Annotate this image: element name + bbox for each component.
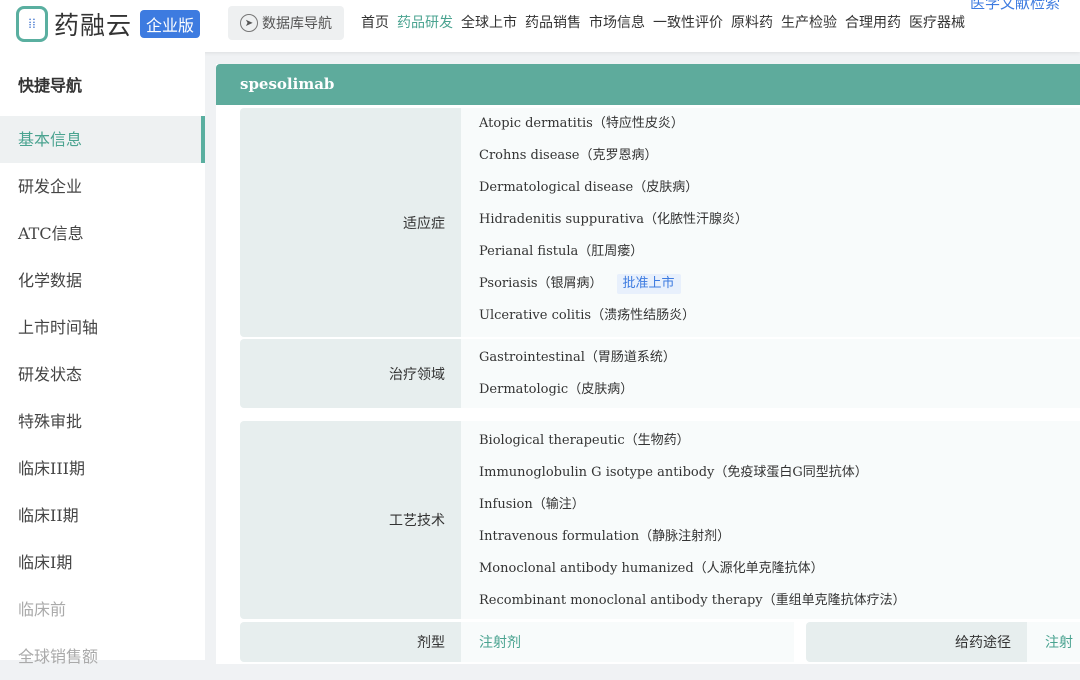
logo-text: 药融云	[54, 11, 133, 40]
drug-detail-panel: spesolimab 适应症 Atopic dermatitis（特应性皮炎） …	[216, 64, 1080, 664]
therapeutic-area-row: 治疗领域 Gastrointestinal（胃肠道系统） Dermatologi…	[240, 339, 1080, 408]
navigation-icon: ➤	[240, 14, 258, 32]
menu-item[interactable]: 药品销售	[525, 12, 581, 32]
sidebar-item[interactable]: 上市时间轴	[0, 304, 205, 351]
technology-row: 工艺技术 Biological therapeutic（生物药） Immunog…	[240, 421, 1080, 619]
menu-item[interactable]: 一致性评价	[653, 12, 723, 32]
indication-item: Psoriasis（银屑病）	[479, 276, 603, 291]
sidebar: 快捷导航 基本信息 研发企业 ATC信息 化学数据 上市时间轴 研发状态 特殊审…	[0, 52, 205, 666]
indication-label: 适应症	[240, 108, 461, 337]
sidebar-item[interactable]: 化学数据	[0, 257, 205, 304]
sidebar-item[interactable]: 研发企业	[0, 163, 205, 210]
sidebar-item[interactable]: 基本信息	[0, 116, 205, 163]
main-menu: 首页 药品研发 全球上市 药品销售 市场信息 一致性评价 原料药 生产检验 合理…	[361, 12, 965, 32]
area-item: Dermatologic（皮肤病）	[479, 382, 634, 397]
edition-badge: 企业版	[140, 10, 201, 38]
sidebar-item[interactable]: 全球销售额	[0, 633, 205, 680]
sidebar-title: 快捷导航	[18, 76, 83, 95]
tech-item: Biological therapeutic（生物药）	[479, 433, 690, 448]
dosage-form-value[interactable]: 注射剂	[479, 632, 521, 652]
route-label: 给药途径	[806, 622, 1027, 662]
tech-item: Infusion（输注）	[479, 497, 585, 512]
area-item: Gastrointestinal（胃肠道系统）	[479, 350, 676, 365]
indication-row: 适应症 Atopic dermatitis（特应性皮炎） Crohns dise…	[240, 108, 1080, 337]
logo-icon: ⁞⁞	[16, 6, 48, 42]
logo[interactable]: ⁞⁞ 药融云 企业版	[16, 6, 201, 42]
database-nav-button[interactable]: ➤ 数据库导航	[228, 6, 344, 40]
tech-item: Monoclonal antibody humanized（人源化单克隆抗体）	[479, 561, 824, 576]
menu-item[interactable]: 全球上市	[461, 12, 517, 32]
therapeutic-area-label: 治疗领域	[240, 339, 461, 408]
tech-item: Immunoglobulin G isotype antibody（免疫球蛋白G…	[479, 465, 868, 480]
sidebar-item[interactable]: ATC信息	[0, 210, 205, 257]
indication-item: Ulcerative colitis（溃疡性结肠炎）	[479, 308, 696, 323]
dosage-form-label: 剂型	[240, 622, 461, 662]
menu-item[interactable]: 医疗器械	[909, 12, 965, 32]
sidebar-item[interactable]: 临床III期	[0, 445, 205, 492]
sidebar-item[interactable]: 临床II期	[0, 492, 205, 539]
tech-item: Intravenous formulation（静脉注射剂）	[479, 529, 731, 544]
drug-name-header: spesolimab	[216, 64, 1080, 105]
indication-item: Perianal fistula（肛周瘘）	[479, 244, 644, 259]
dosage-form-row: 剂型 注射剂	[240, 622, 794, 662]
indication-item: Crohns disease（克罗恩病）	[479, 148, 658, 163]
indication-item: Atopic dermatitis（特应性皮炎）	[479, 116, 684, 131]
menu-item[interactable]: 合理用药	[845, 12, 901, 32]
top-bar: ⁞⁞ 药融云 企业版 ➤ 数据库导航 首页 药品研发 全球上市 药品销售 市场信息…	[0, 0, 1080, 52]
route-row: 给药途径 注射	[806, 622, 1080, 662]
menu-item[interactable]: 生产检验	[781, 12, 837, 32]
indication-item: Hidradenitis suppurativa（化脓性汗腺炎）	[479, 212, 749, 227]
sidebar-item[interactable]: 临床前	[0, 586, 205, 633]
menu-item-active[interactable]: 药品研发	[397, 12, 453, 32]
tech-item: Recombinant monoclonal antibody therapy（…	[479, 593, 906, 608]
approved-badge: 批准上市	[616, 274, 681, 294]
literature-search-link[interactable]: 医学文献检索	[970, 0, 1060, 13]
route-value[interactable]: 注射	[1045, 632, 1073, 652]
technology-label: 工艺技术	[240, 421, 461, 619]
sidebar-item[interactable]: 研发状态	[0, 351, 205, 398]
indication-item: Dermatological disease（皮肤病）	[479, 180, 699, 195]
sidebar-item[interactable]: 特殊审批	[0, 398, 205, 445]
menu-item[interactable]: 市场信息	[589, 12, 645, 32]
database-nav-label: 数据库导航	[262, 16, 332, 32]
menu-item[interactable]: 原料药	[731, 12, 773, 32]
sidebar-item[interactable]: 临床I期	[0, 539, 205, 586]
menu-item[interactable]: 首页	[361, 12, 389, 32]
